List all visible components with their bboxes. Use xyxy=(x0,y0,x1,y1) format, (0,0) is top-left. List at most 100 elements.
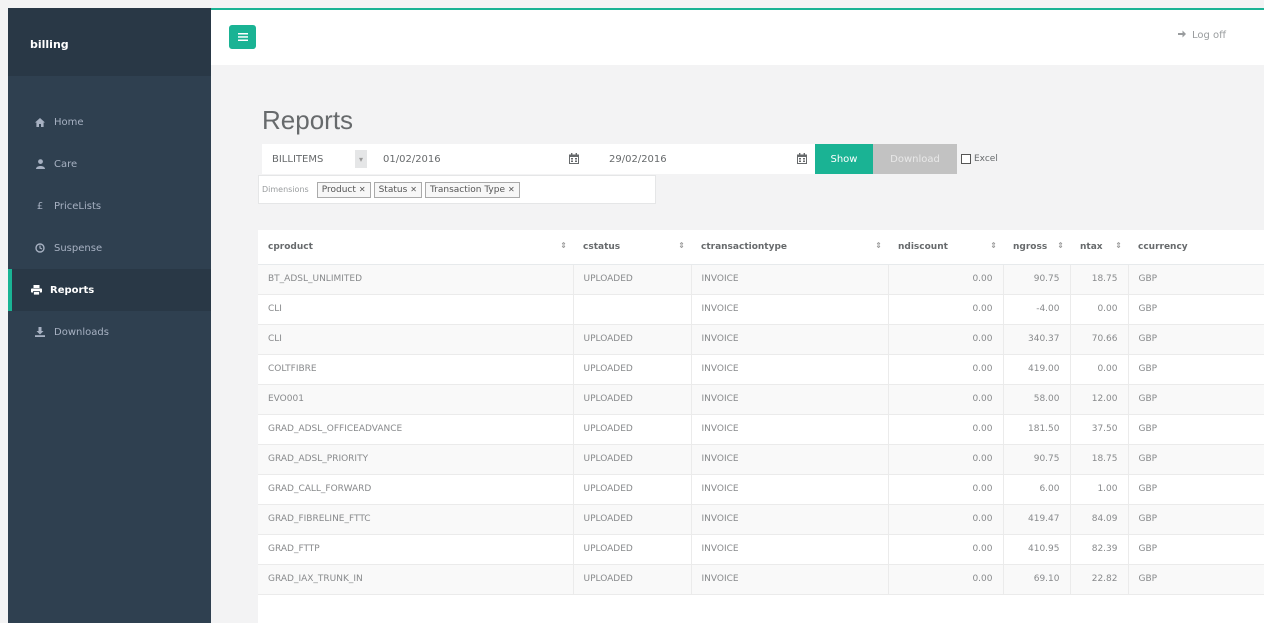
table-cell-ccurrency: GBP xyxy=(1128,444,1264,475)
table-row[interactable]: GRAD_CALL_FORWARD UPLOADED INVOICE 0.00 6.00… xyxy=(258,474,1264,505)
table-cell-ccurrency: GBP xyxy=(1128,564,1264,595)
sidebar-item-label: Downloads xyxy=(54,326,109,338)
date-to-input[interactable]: 29/02/2016 xyxy=(587,144,815,174)
column-header-ntax[interactable]: ntax ⇕ xyxy=(1070,230,1128,265)
dimension-tag-status: Status ✕ xyxy=(373,181,422,198)
sidebar-item-label: PriceLists xyxy=(54,200,102,212)
download-icon xyxy=(34,327,46,337)
show-button[interactable]: Show xyxy=(815,144,873,174)
column-header-ndiscount[interactable]: ndiscount ⇕ xyxy=(888,230,1003,265)
sidebar-item-pricelists[interactable]: £ PriceLists xyxy=(8,185,211,227)
table-cell-cproduct: GRAD_ADSL_OFFICEADVANCE xyxy=(258,414,574,445)
sort-icon[interactable]: ⇕ xyxy=(560,241,567,250)
hamburger-icon xyxy=(237,30,248,44)
sidebar-item-label: Home xyxy=(54,116,84,128)
sort-icon[interactable]: ⇕ xyxy=(990,241,997,250)
close-icon[interactable]: ✕ xyxy=(508,185,515,194)
table-row[interactable]: GRAD_FIBRELINE_FTTC UPLOADED INVOICE 0.00 41… xyxy=(258,504,1264,535)
table-cell-cproduct: GRAD_CALL_FORWARD xyxy=(258,474,574,505)
calendar-icon[interactable] xyxy=(797,153,807,164)
sidebar-item-home[interactable]: Home xyxy=(8,101,211,143)
table-cell-ndiscount: 0.00 xyxy=(888,414,1004,445)
column-header-label: ngross xyxy=(1013,241,1048,252)
table-cell-cproduct: GRAD_FIBRELINE_FTTC xyxy=(258,504,574,535)
table-cell-ctransactiontype: INVOICE xyxy=(691,264,889,295)
table-cell-cstatus: UPLOADED xyxy=(573,564,692,595)
pound-icon: £ xyxy=(36,200,44,212)
table-cell-ntax: 37.50 xyxy=(1070,414,1129,445)
table-cell-ngross: -4.00 xyxy=(1003,294,1071,325)
chevron-down-icon[interactable]: ▾ xyxy=(355,150,367,168)
table-cell-ngross: 410.95 xyxy=(1003,534,1071,565)
table-row[interactable]: CLI INVOICE 0.00 -4.00 0.00 GBP xyxy=(258,294,1264,325)
table-cell-ntax: 84.09 xyxy=(1070,504,1129,535)
table-cell-ccurrency: GBP xyxy=(1128,324,1264,355)
report-table: cproduct ⇕ cstatus ⇕ ctransactiontype ⇕ ndi… xyxy=(258,230,1264,595)
page-title: Reports xyxy=(262,105,354,135)
sort-icon[interactable]: ⇕ xyxy=(1057,241,1064,250)
print-icon xyxy=(30,285,42,295)
table-cell-cstatus: UPLOADED xyxy=(573,414,692,445)
table-cell-ndiscount: 0.00 xyxy=(888,444,1004,475)
column-header-cstatus[interactable]: cstatus ⇕ xyxy=(573,230,691,265)
home-icon xyxy=(34,117,46,127)
report-type-select[interactable]: BILLITEMS ▾ xyxy=(262,144,375,174)
download-button[interactable]: Download xyxy=(873,144,957,174)
sidebar-item-label: Reports xyxy=(50,284,95,296)
brand-name[interactable]: billing xyxy=(8,8,211,76)
table-body: BT_ADSL_UNLIMITED UPLOADED INVOICE 0.00 90.7… xyxy=(258,264,1264,595)
sort-icon[interactable]: ⇕ xyxy=(875,241,882,250)
calendar-icon[interactable] xyxy=(569,153,579,164)
column-header-ngross[interactable]: ngross ⇕ xyxy=(1003,230,1070,265)
date-from-input[interactable]: 01/02/2016 xyxy=(375,144,587,174)
sidebar-item-reports[interactable]: Reports xyxy=(8,269,211,311)
close-icon[interactable]: ✕ xyxy=(410,185,417,194)
sidebar-item-downloads[interactable]: Downloads xyxy=(8,311,211,353)
sign-out-icon xyxy=(1177,30,1187,41)
table-cell-ctransactiontype: INVOICE xyxy=(691,504,889,535)
table-row[interactable]: BT_ADSL_UNLIMITED UPLOADED INVOICE 0.00 90.7… xyxy=(258,264,1264,295)
table-row[interactable]: GRAD_ADSL_PRIORITY UPLOADED INVOICE 0.00 90.… xyxy=(258,444,1264,475)
table-row[interactable]: EVO001 UPLOADED INVOICE 0.00 58.00 12.00 GBP xyxy=(258,384,1264,415)
column-header-label: ntax xyxy=(1080,241,1103,252)
dimension-tag-label: Product xyxy=(321,184,356,195)
dimensions-multiselect[interactable]: Dimensions Product ✕ Status ✕ Transactio… xyxy=(258,175,656,204)
column-header-ccurrency[interactable]: ccurrency xyxy=(1128,230,1264,265)
menu-toggle-button[interactable] xyxy=(229,25,256,49)
table-cell-cproduct: CLI xyxy=(258,324,574,355)
table-cell-ctransactiontype: INVOICE xyxy=(691,414,889,445)
table-cell-ngross: 6.00 xyxy=(1003,474,1071,505)
table-cell-ndiscount: 0.00 xyxy=(888,354,1004,385)
table-row[interactable]: GRAD_FTTP UPLOADED INVOICE 0.00 410.95 82.39 G… xyxy=(258,534,1264,565)
table-row[interactable]: GRAD_ADSL_OFFICEADVANCE UPLOADED INVOICE 0.… xyxy=(258,414,1264,445)
table-cell-ntax: 18.75 xyxy=(1070,264,1129,295)
excel-checkbox[interactable]: Excel xyxy=(961,154,998,164)
dimensions-label: Dimensions xyxy=(262,185,309,194)
column-header-cproduct[interactable]: cproduct ⇕ xyxy=(258,230,573,265)
table-cell-ntax: 18.75 xyxy=(1070,444,1129,475)
sidebar-item-label: Suspense xyxy=(54,242,103,254)
logoff-link[interactable]: Log off xyxy=(1177,30,1226,41)
table-cell-ngross: 419.00 xyxy=(1003,354,1071,385)
table-cell-ctransactiontype: INVOICE xyxy=(691,564,889,595)
sort-icon[interactable]: ⇕ xyxy=(1115,241,1122,250)
table-cell-cproduct: GRAD_FTTP xyxy=(258,534,574,565)
table-cell-ndiscount: 0.00 xyxy=(888,534,1004,565)
sidebar-item-suspense[interactable]: Suspense xyxy=(8,227,211,269)
table-row[interactable]: GRAD_IAX_TRUNK_IN UPLOADED INVOICE 0.00 69.1… xyxy=(258,564,1264,595)
table-row[interactable]: CLI UPLOADED INVOICE 0.00 340.37 70.66 GBP xyxy=(258,324,1264,355)
checkbox-box[interactable] xyxy=(961,154,971,164)
table-cell-ccurrency: GBP xyxy=(1128,414,1264,445)
table-cell-ntax: 1.00 xyxy=(1070,474,1129,505)
sort-icon[interactable]: ⇕ xyxy=(678,241,685,250)
user-icon xyxy=(34,159,46,169)
table-header-row: cproduct ⇕ cstatus ⇕ ctransactiontype ⇕ ndi… xyxy=(258,230,1264,265)
report-filters: BILLITEMS ▾ 01/02/2016 29/02/2016 Show D… xyxy=(262,144,998,174)
table-cell-ccurrency: GBP xyxy=(1128,504,1264,535)
column-header-ctransactiontype[interactable]: ctransactiontype ⇕ xyxy=(691,230,888,265)
table-row[interactable]: COLTFIBRE UPLOADED INVOICE 0.00 419.00 0.00 GB… xyxy=(258,354,1264,385)
table-cell-ccurrency: GBP xyxy=(1128,384,1264,415)
table-cell-cstatus: UPLOADED xyxy=(573,264,692,295)
close-icon[interactable]: ✕ xyxy=(359,185,366,194)
sidebar-item-care[interactable]: Care xyxy=(8,143,211,185)
